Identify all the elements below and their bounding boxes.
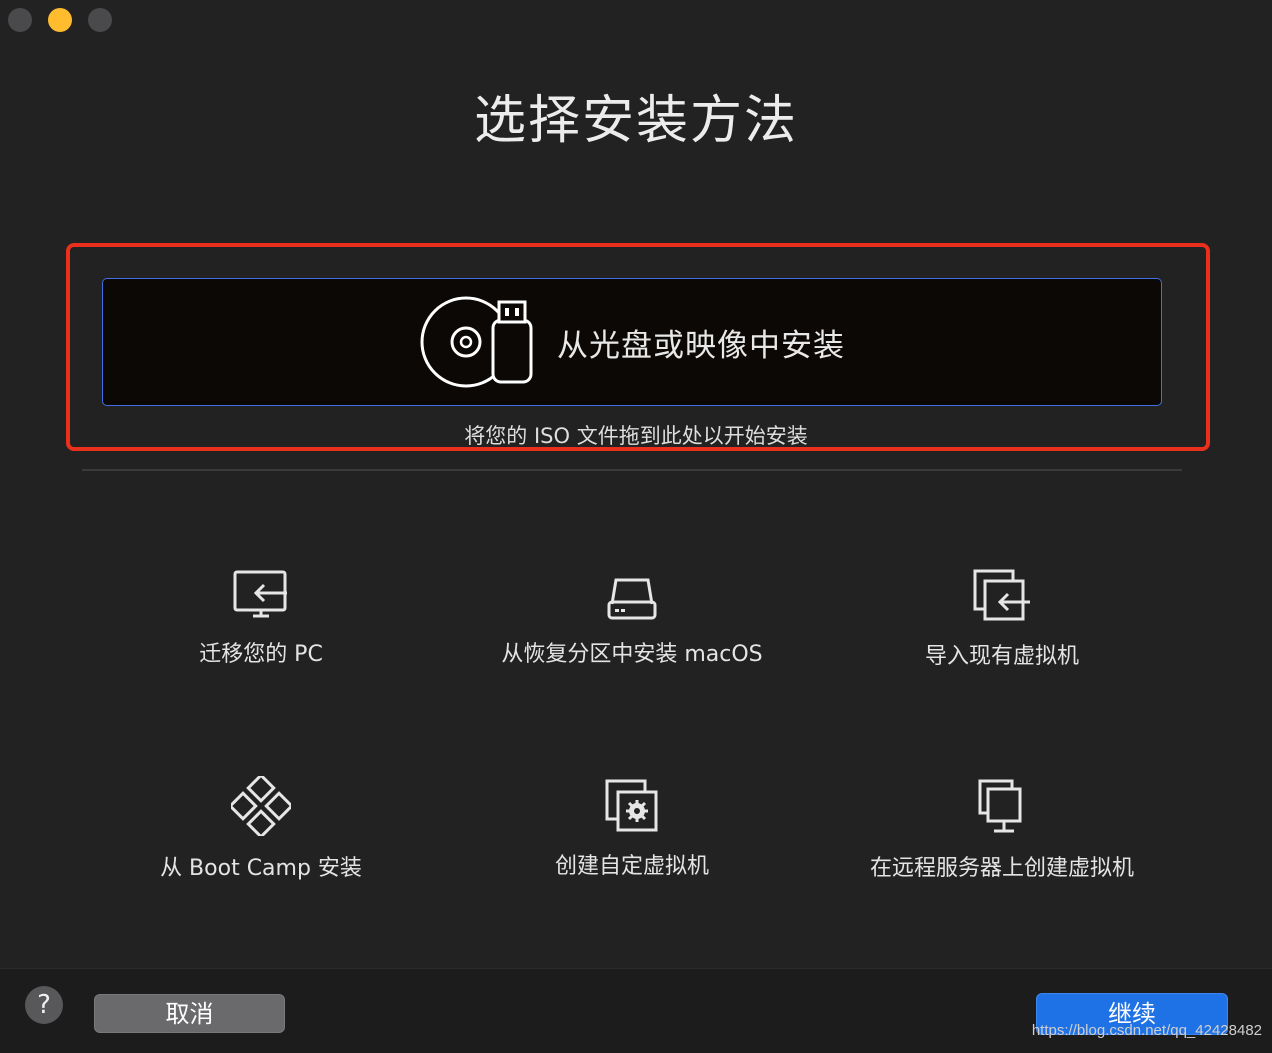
recovery-drive-icon xyxy=(607,578,657,620)
dropzone-hint: 将您的 ISO 文件拖到此处以开始安装 xyxy=(464,424,808,448)
option-label: 在远程服务器上创建虚拟机 xyxy=(869,856,1134,881)
import-vm-icon xyxy=(973,569,1030,621)
option-label: 从 Boot Camp 安装 xyxy=(160,856,362,881)
option-migrate-pc[interactable]: 迁移您的 PC xyxy=(76,568,446,668)
disc-usb-icon xyxy=(420,296,533,388)
dropzone-label: 从光盘或映像中安装 xyxy=(557,327,845,364)
close-window-button[interactable] xyxy=(8,8,32,32)
migrate-pc-icon xyxy=(233,570,287,618)
cancel-button[interactable]: 取消 xyxy=(94,994,285,1033)
install-from-disc-dropzone[interactable]: 从光盘或映像中安装 xyxy=(102,278,1162,406)
option-recovery-partition[interactable]: 从恢复分区中安装 macOS xyxy=(447,574,817,668)
option-label: 从恢复分区中安装 macOS xyxy=(501,642,763,667)
custom-vm-icon xyxy=(605,779,658,832)
option-label: 导入现有虚拟机 xyxy=(924,644,1079,669)
help-button[interactable]: ? xyxy=(25,986,63,1024)
boot-camp-icon xyxy=(231,776,291,836)
option-label: 创建自定虚拟机 xyxy=(554,854,709,879)
option-remote-server[interactable]: 在远程服务器上创建虚拟机 xyxy=(817,778,1187,882)
option-boot-camp[interactable]: 从 Boot Camp 安装 xyxy=(76,776,446,882)
watermark-text: https://blog.csdn.net/qq_42428482 xyxy=(1031,1022,1262,1039)
page-title: 选择安装方法 xyxy=(473,91,798,151)
divider xyxy=(82,469,1182,471)
option-label: 迁移您的 PC xyxy=(199,642,323,667)
minimize-window-button[interactable] xyxy=(48,8,72,32)
maximize-window-button[interactable] xyxy=(88,8,112,32)
option-import-vm[interactable]: 导入现有虚拟机 xyxy=(817,568,1187,670)
option-custom-vm[interactable]: 创建自定虚拟机 xyxy=(447,778,817,880)
remote-server-icon xyxy=(978,779,1022,833)
traffic-lights xyxy=(8,8,112,32)
